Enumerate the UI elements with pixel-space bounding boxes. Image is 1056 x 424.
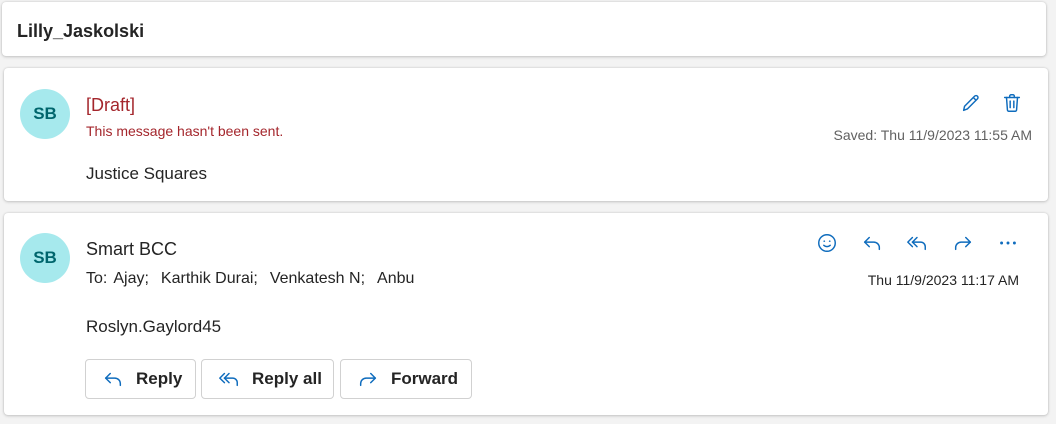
reply-icon-button[interactable] — [859, 230, 885, 256]
message-item[interactable]: SB Smart BCC To: Ajay; Karthik Durai; Ve… — [4, 213, 1048, 415]
to-label: To: — [86, 270, 108, 287]
message-body: Roslyn.Gaylord45 — [86, 317, 222, 336]
recipient[interactable]: Anbu — [377, 270, 414, 288]
draft-preview: Justice Squares — [86, 164, 207, 183]
draft-warning: This message hasn't been sent. — [86, 123, 284, 139]
reply-button[interactable]: Reply — [85, 359, 196, 399]
message-timestamp: Thu 11/9/2023 11:17 AM — [867, 272, 1019, 288]
recipient[interactable]: Ajay; — [113, 270, 149, 288]
pencil-icon — [962, 94, 979, 112]
forward-button-label: Forward — [391, 369, 459, 388]
delete-draft-button[interactable] — [999, 90, 1025, 116]
edit-draft-button[interactable] — [958, 90, 984, 116]
sender-name[interactable]: Smart BCC — [86, 239, 177, 260]
forward-icon — [954, 236, 972, 251]
more-icon — [1000, 241, 1016, 245]
forward-button[interactable]: Forward — [340, 359, 472, 399]
recipient[interactable]: Venkatesh N; — [270, 270, 365, 288]
more-actions-button[interactable] — [995, 230, 1021, 256]
emoji-icon — [818, 234, 836, 252]
draft-message[interactable]: SB [Draft] This message hasn't been sent… — [4, 68, 1048, 201]
reply-all-icon — [219, 372, 238, 387]
reply-all-icon — [907, 236, 926, 251]
reply-all-button-label: Reply all — [252, 369, 322, 388]
recipient[interactable]: Karthik Durai; — [161, 270, 258, 288]
recipients-line: To: Ajay; Karthik Durai; Venkatesh N; An… — [86, 270, 426, 288]
react-button[interactable] — [814, 230, 840, 256]
reply-all-icon-button[interactable] — [904, 230, 930, 256]
avatar[interactable]: SB — [20, 89, 70, 139]
avatar[interactable]: SB — [20, 233, 70, 283]
reply-button-label: Reply — [136, 369, 183, 388]
reply-icon — [104, 372, 122, 387]
forward-icon-button[interactable] — [950, 230, 976, 256]
draft-label: [Draft] — [86, 95, 136, 115]
thread-subject: Lilly_Jaskolski — [17, 21, 145, 41]
saved-timestamp: Saved: Thu 11/9/2023 11:55 AM — [833, 127, 1032, 143]
thread-header: Lilly_Jaskolski — [2, 2, 1046, 56]
forward-icon — [359, 372, 377, 387]
reply-all-button[interactable]: Reply all — [201, 359, 334, 399]
trash-icon — [1003, 94, 1021, 112]
reply-icon — [863, 236, 881, 251]
